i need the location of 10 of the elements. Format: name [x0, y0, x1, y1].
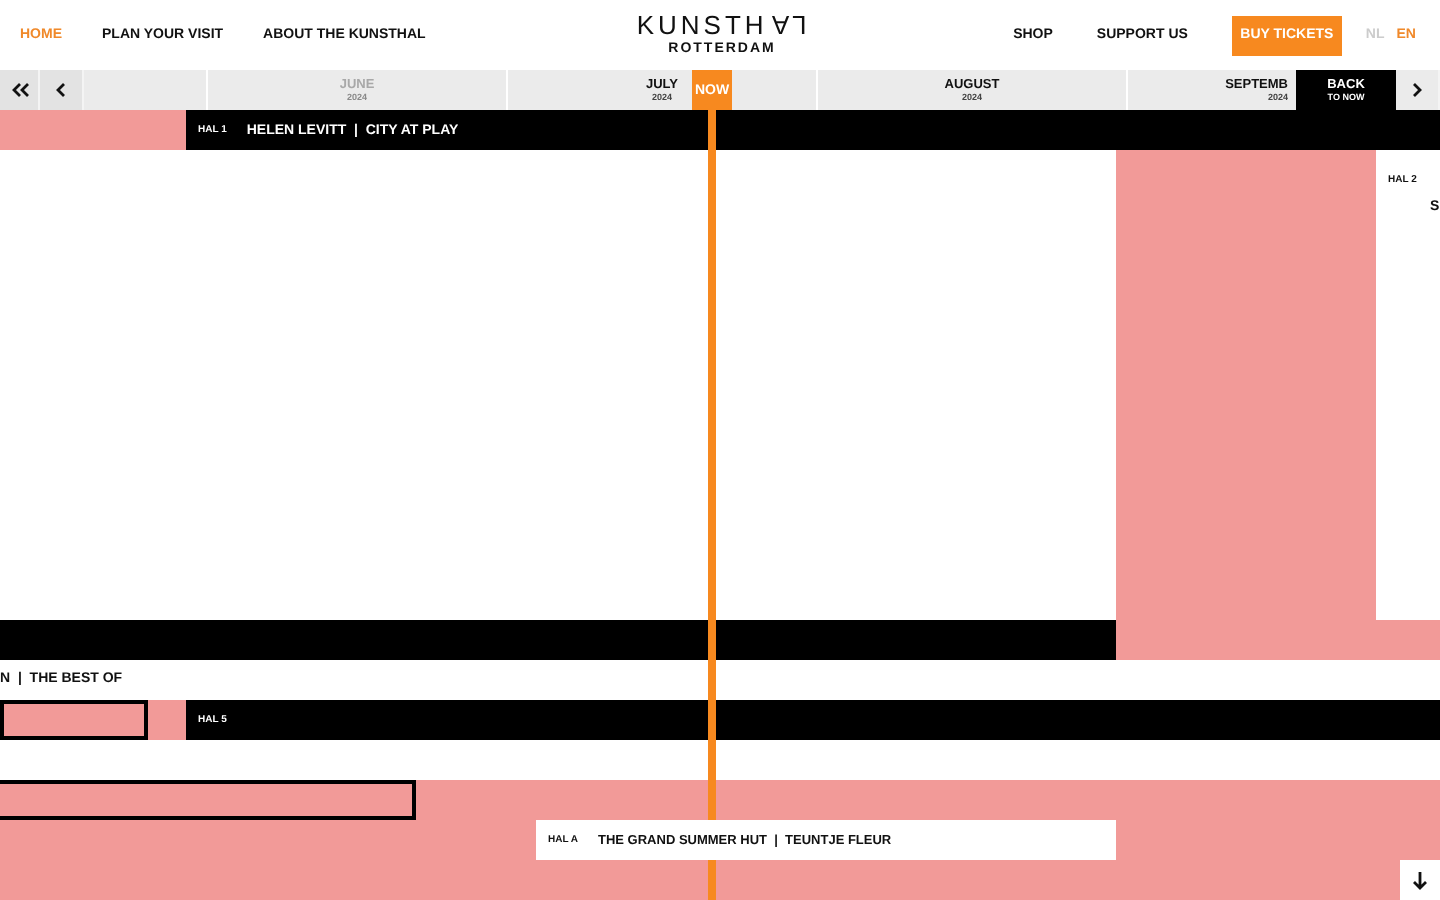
- double-chevron-left-icon: [9, 82, 29, 98]
- scroll-down-button[interactable]: [1400, 860, 1440, 900]
- first-button[interactable]: [0, 70, 40, 110]
- chevron-left-icon: [54, 82, 68, 98]
- arrow-down-icon: [1412, 871, 1428, 889]
- exhibition-bar[interactable]: [0, 700, 148, 740]
- previous-button[interactable]: [40, 70, 84, 110]
- chevron-right-icon: [1410, 82, 1424, 98]
- exhibition-bar[interactable]: [0, 780, 416, 820]
- logo-wordmark[interactable]: KUNSTHAL: [636, 12, 808, 38]
